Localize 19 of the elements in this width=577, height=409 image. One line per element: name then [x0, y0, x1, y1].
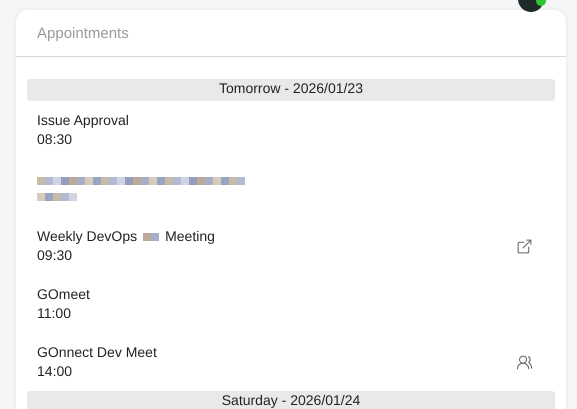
appointment-time: 14:00 — [37, 362, 74, 381]
day-header: Tomorrow - 2026/01/23 — [27, 79, 555, 101]
appointment-title: Issue Approval — [37, 111, 129, 130]
card-title: Appointments — [37, 24, 129, 42]
appointment-time: 09:30 — [37, 246, 74, 265]
appointment-title: Meeting — [165, 227, 215, 246]
day-header: Saturday - 2026/01/24 — [27, 391, 555, 409]
appointment-title: Weekly DevOps — [37, 227, 138, 246]
external-link-icon[interactable] — [516, 238, 533, 254]
appointment-item[interactable]: Weekly DevOps Meeting 09:30 — [27, 217, 555, 275]
appointment-time: 08:30 — [37, 130, 74, 149]
people-icon[interactable] — [516, 354, 533, 370]
appointment-item[interactable]: Issue Approval 08:30 — [27, 101, 555, 159]
appointment-title: GOnnect Dev Meet — [37, 343, 157, 362]
appointment-title: GOmeet — [37, 285, 90, 304]
appointment-time: 11:00 — [37, 304, 72, 323]
appointment-item[interactable]: GOmeet 11:00 — [27, 275, 555, 333]
redacted-text-drawing — [143, 232, 160, 240]
appointment-item[interactable]: GOnnect Dev Meet 14:00 — [27, 333, 555, 391]
